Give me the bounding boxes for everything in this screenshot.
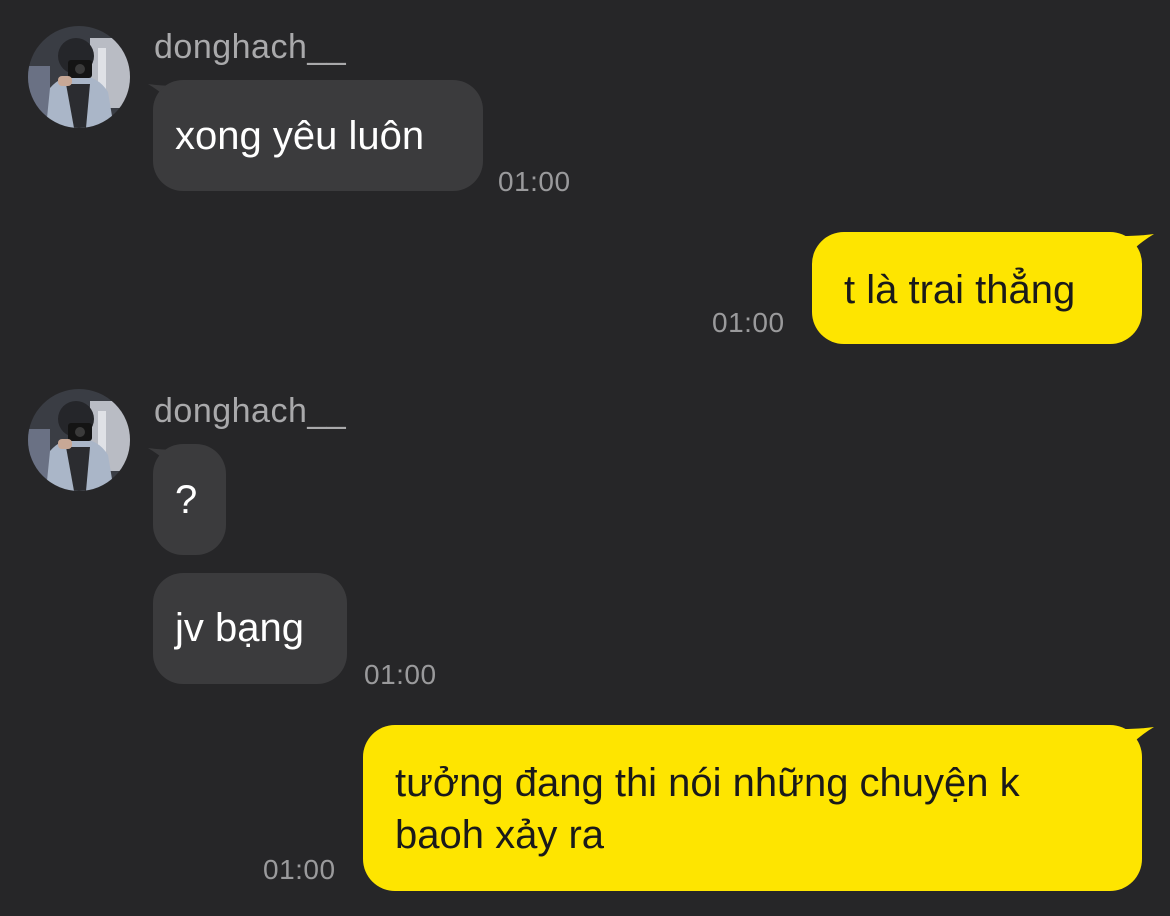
avatar[interactable] (28, 389, 130, 491)
message-text: xong yêu luôn (175, 114, 425, 158)
message-bubble[interactable]: t là trai thẳng (812, 232, 1142, 344)
message-bubble[interactable]: tưởng đang thi nói những chuyện k baoh x… (363, 725, 1142, 891)
message-text-line: tưởng đang thi nói những chuyện k (395, 761, 1020, 805)
sender-name: donghach__ (154, 28, 347, 66)
message-text-line: baoh xảy ra (395, 813, 605, 857)
avatar[interactable] (28, 26, 130, 128)
message-timestamp: 01:00 (712, 307, 785, 338)
sender-name: donghach__ (154, 392, 347, 430)
bubble-tail-icon (1122, 234, 1154, 262)
profile-photo-icon (28, 26, 130, 128)
bubble-tail-icon (1122, 727, 1154, 755)
message-bubble[interactable]: jv bạng (153, 573, 347, 684)
message-bubble[interactable]: xong yêu luôn (153, 80, 483, 191)
message-text: jv bạng (175, 606, 304, 650)
message-text: ? (175, 478, 198, 522)
profile-photo-icon (28, 389, 130, 491)
message-timestamp: 01:00 (364, 659, 437, 690)
message-text: t là trai thẳng (844, 268, 1076, 312)
message-bubble[interactable]: ? (153, 444, 226, 555)
message-timestamp: 01:00 (263, 854, 336, 885)
chat-thread[interactable]: donghach__ xong yêu luôn 01:00 01:00 t l… (0, 0, 1170, 916)
message-timestamp: 01:00 (498, 166, 571, 197)
